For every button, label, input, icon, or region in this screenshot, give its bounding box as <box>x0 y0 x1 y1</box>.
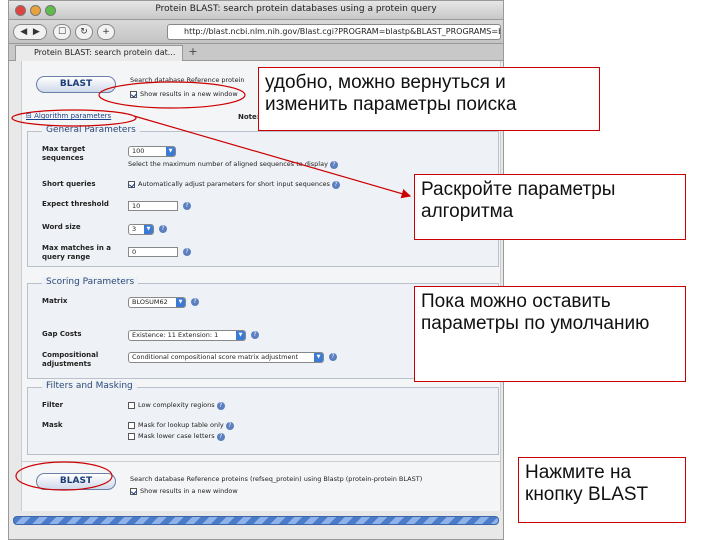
expect-threshold-label: Expect threshold <box>42 200 109 208</box>
filters-masking-section: Filters and Masking Filter Low complexit… <box>27 381 499 455</box>
word-size-select[interactable]: 3 ▼ <box>128 224 154 235</box>
checkbox-icon[interactable] <box>130 90 137 98</box>
new-tab-button[interactable]: + <box>185 45 201 59</box>
search-description-bottom: Search database Reference proteins (refs… <box>130 475 423 483</box>
blast-button-bottom[interactable]: BLAST <box>36 473 116 490</box>
dropdown-arrow-icon[interactable]: ▼ <box>236 331 245 340</box>
dropdown-arrow-icon[interactable]: ▼ <box>166 147 175 156</box>
matrix-select[interactable]: BLOSUM62 ▼ <box>128 297 186 308</box>
checkbox-icon[interactable] <box>128 401 135 409</box>
help-icon[interactable]: ? <box>329 353 337 361</box>
browser-toolbar: ◀ ▶ ☐ ↻ + http://blast.ncbi.nlm.nih.gov/… <box>9 20 503 44</box>
mask-lookup-checkbox[interactable]: Mask for lookup table only ? <box>128 421 234 430</box>
help-icon[interactable]: ? <box>183 202 191 210</box>
checkbox-icon[interactable] <box>128 421 135 429</box>
max-target-label: Max target sequences <box>42 145 86 162</box>
url-text: http://blast.ncbi.nlm.nih.gov/Blast.cgi?… <box>184 27 501 36</box>
dropdown-arrow-icon[interactable]: ▼ <box>314 353 323 362</box>
dropdown-arrow-icon[interactable]: ▼ <box>176 298 185 307</box>
help-icon[interactable]: ? <box>332 181 340 189</box>
low-complexity-checkbox[interactable]: Low complexity regions ? <box>128 401 225 410</box>
help-icon[interactable]: ? <box>159 225 167 233</box>
zoom-window-icon[interactable] <box>45 5 56 16</box>
browser-tab[interactable]: Protein BLAST: search protein dat... <box>15 45 183 61</box>
page-load-progress-bar <box>13 516 499 525</box>
algorithm-parameters-link[interactable]: ⊟ Algorithm parameters <box>26 112 111 120</box>
max-target-hint: Select the maximum number of aligned seq… <box>128 160 338 169</box>
word-size-label: Word size <box>42 223 81 231</box>
help-icon[interactable]: ? <box>251 331 259 339</box>
checkbox-icon[interactable] <box>130 487 137 495</box>
max-matches-label: Max matches in a query range <box>42 244 112 261</box>
help-icon[interactable]: ? <box>216 402 225 410</box>
show-new-window-top[interactable]: Show results in a new window <box>130 90 238 98</box>
dropdown-arrow-icon[interactable]: ▼ <box>144 225 153 234</box>
tab-bar: Protein BLAST: search protein dat... + <box>9 44 503 61</box>
short-queries-label: Short queries <box>42 180 96 188</box>
back-icon[interactable]: ◀ <box>20 27 27 37</box>
filters-masking-legend: Filters and Masking <box>42 381 137 391</box>
callout-leave-defaults: Пока можно оставить параметры по умолчан… <box>414 286 686 382</box>
show-new-window-bottom[interactable]: Show results in a new window <box>130 487 238 495</box>
title-bar: Protein BLAST: search protein databases … <box>9 1 503 20</box>
minimize-window-icon[interactable] <box>30 5 41 16</box>
callout-expand-algorithm: Раскройте параметры алгоритма <box>414 174 686 240</box>
blast-button-top[interactable]: BLAST <box>36 76 116 93</box>
scoring-parameters-legend: Scoring Parameters <box>42 277 139 287</box>
compositional-select[interactable]: Conditional compositional score matrix a… <box>128 352 324 363</box>
bottom-submit-area: BLAST Search database Reference proteins… <box>22 461 500 507</box>
reload-icon[interactable]: ↻ <box>75 24 93 40</box>
tab-label: Protein BLAST: search protein dat... <box>34 48 176 57</box>
help-icon[interactable]: ? <box>183 248 191 256</box>
address-bar[interactable]: http://blast.ncbi.nlm.nih.gov/Blast.cgi?… <box>167 24 501 40</box>
gap-costs-select[interactable]: Existence: 11 Extension: 1 ▼ <box>128 330 246 341</box>
help-icon[interactable]: ? <box>330 161 338 169</box>
search-description-top: Search database Reference protein <box>130 76 245 84</box>
help-icon[interactable]: ? <box>225 422 234 430</box>
short-queries-checkbox[interactable]: Automatically adjust parameters for shor… <box>128 180 340 189</box>
back-forward-buttons[interactable]: ◀ ▶ <box>13 24 47 40</box>
general-parameters-legend: General Parameters <box>42 125 140 135</box>
help-icon[interactable]: ? <box>191 298 199 306</box>
max-target-select[interactable]: 100 ▼ <box>128 146 176 157</box>
gap-costs-label: Gap Costs <box>42 330 82 338</box>
compositional-label: Compositional adjustments <box>42 351 99 368</box>
forward-icon[interactable]: ▶ <box>33 27 40 37</box>
callout-press-blast: Нажмите на кнопку BLAST <box>518 457 686 523</box>
max-matches-input[interactable]: 0 <box>128 247 178 257</box>
bookmark-icon[interactable]: ☐ <box>53 24 71 40</box>
collapse-icon[interactable]: ⊟ <box>26 112 34 120</box>
matrix-label: Matrix <box>42 297 68 305</box>
checkbox-icon[interactable] <box>128 180 135 188</box>
window-title: Protein BLAST: search protein databases … <box>155 4 437 14</box>
close-window-icon[interactable] <box>15 5 26 16</box>
expect-threshold-input[interactable]: 10 <box>128 201 178 211</box>
help-icon[interactable]: ? <box>216 433 225 441</box>
filter-label: Filter <box>42 401 64 409</box>
mask-lower-checkbox[interactable]: Mask lower case letters ? <box>128 432 225 441</box>
callout-return-and-edit: удобно, можно вернуться и изменить парам… <box>258 67 600 131</box>
checkbox-icon[interactable] <box>128 432 135 440</box>
add-icon[interactable]: + <box>97 24 115 40</box>
mask-label: Mask <box>42 421 63 429</box>
